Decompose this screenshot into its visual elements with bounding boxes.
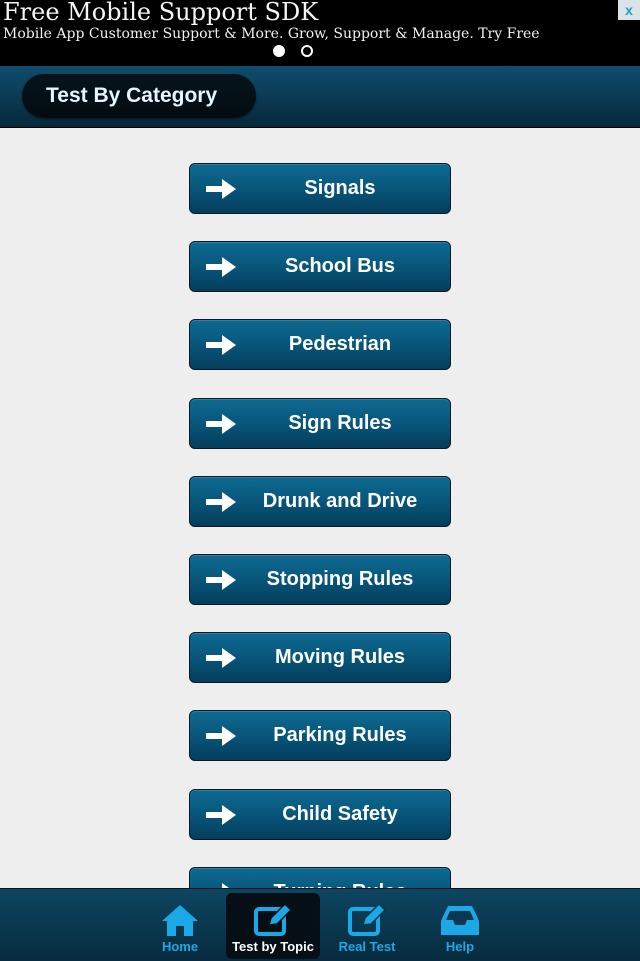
ad-page-dot[interactable] xyxy=(301,45,313,57)
ad-title[interactable]: Free Mobile Support SDK xyxy=(3,0,318,26)
ad-close-icon[interactable]: x xyxy=(618,0,640,20)
tab-home-label: Home xyxy=(161,939,199,954)
tab-bar: Home Test by Topic Real Test Help xyxy=(0,888,640,961)
ad-subtitle[interactable]: Mobile App Customer Support & More. Grow… xyxy=(3,26,540,42)
category-button-label: Moving Rules xyxy=(274,646,405,669)
home-icon xyxy=(162,905,198,936)
category-button[interactable]: Child Safety xyxy=(189,788,451,840)
category-button-label: Child Safety xyxy=(282,802,398,825)
category-button-label: Drunk and Drive xyxy=(262,489,418,512)
ad-page-indicator xyxy=(273,45,313,57)
category-button-label: Stopping Rules xyxy=(266,568,414,590)
tab-test-by-topic-label: Test by Topic xyxy=(232,939,314,954)
tab-help[interactable]: Help xyxy=(413,893,507,959)
category-button[interactable]: Pedestrian xyxy=(189,319,451,371)
edit-icon xyxy=(254,903,293,936)
category-button[interactable]: Parking Rules xyxy=(189,710,451,762)
tab-home[interactable]: Home xyxy=(133,893,227,959)
edit-icon xyxy=(348,903,387,936)
tab-real-test-label: Real Test xyxy=(338,939,396,954)
category-button[interactable]: Signals xyxy=(189,163,451,214)
page-title: Test By Category xyxy=(46,84,218,107)
category-button-label: Signals xyxy=(304,177,376,199)
ad-page-dot-active[interactable] xyxy=(273,45,285,57)
category-button[interactable]: Sign Rules xyxy=(189,397,451,449)
inbox-icon xyxy=(441,906,479,935)
category-button-label: Turning Rules xyxy=(230,868,450,888)
category-list[interactable]: Signals School Bus Pedestrian Sign Rules Dru… xyxy=(0,128,640,888)
category-button-label: Pedestrian xyxy=(288,333,392,356)
category-button[interactable]: School Bus xyxy=(189,241,451,293)
category-button[interactable]: Stopping Rules xyxy=(189,554,451,605)
tab-test-by-topic[interactable]: Test by Topic xyxy=(226,893,320,959)
category-button[interactable]: Turning Rules xyxy=(189,866,451,888)
ad-banner[interactable]: Free Mobile Support SDK Mobile App Custo… xyxy=(0,0,640,66)
category-button-label: School Bus xyxy=(284,255,395,278)
category-button-label: Sign Rules xyxy=(288,411,392,434)
category-button[interactable]: Drunk and Drive xyxy=(189,475,451,527)
header-bar: Test By Category xyxy=(0,66,640,128)
tab-real-test[interactable]: Real Test xyxy=(320,893,414,959)
category-button[interactable]: Moving Rules xyxy=(189,632,451,684)
tab-help-label: Help xyxy=(445,939,475,954)
category-button-label: Parking Rules xyxy=(273,724,407,747)
